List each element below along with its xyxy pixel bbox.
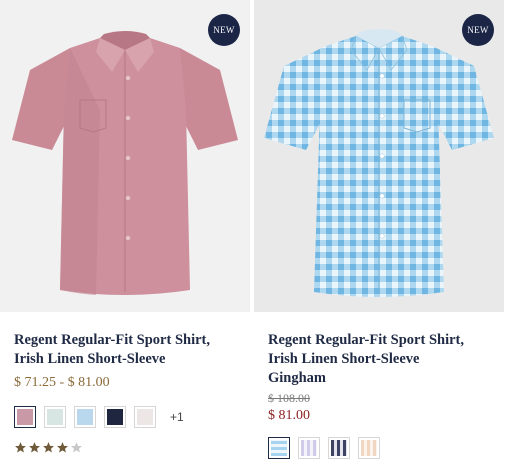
sale-price: $ 81.00	[268, 408, 310, 423]
swatch-navy[interactable]	[104, 406, 126, 428]
star-filled-icon	[43, 442, 54, 453]
swatch-navy-gingham[interactable]	[328, 437, 350, 459]
blue-gingham-shirt-image	[264, 29, 494, 297]
star-filled-icon	[15, 442, 26, 453]
product-card-1[interactable]: NEW Regent Regular-Fit Sport Shirt, Iris…	[0, 0, 250, 453]
title-line: Irish Linen Short-Sleeve	[268, 351, 420, 367]
product-card-2[interactable]: NEW Regent Regular-Fit Sport Shirt, Iris…	[254, 0, 504, 459]
swatch-mint[interactable]	[44, 406, 66, 428]
title-line: Regent Regular-Fit Sport Shirt,	[268, 332, 464, 348]
title-line: Irish Linen Short-Sleeve	[14, 351, 166, 367]
swatch-light-blue[interactable]	[74, 406, 96, 428]
more-swatches-link[interactable]: +1	[170, 410, 184, 424]
color-swatches: +1	[14, 406, 184, 428]
star-filled-icon	[57, 442, 68, 453]
color-swatches	[268, 437, 380, 459]
title-line: Gingham	[268, 370, 327, 386]
star-rating	[14, 441, 83, 454]
new-badge: NEW	[208, 14, 240, 46]
title-line: Regent Regular-Fit Sport Shirt,	[14, 332, 210, 348]
swatch-lavender-gingham[interactable]	[298, 437, 320, 459]
product-image-1[interactable]: NEW	[0, 0, 250, 312]
swatch-white[interactable]	[134, 406, 156, 428]
product-title-2[interactable]: Regent Regular-Fit Sport Shirt, Irish Li…	[268, 331, 498, 388]
new-badge: NEW	[462, 14, 494, 46]
swatch-peach-gingham[interactable]	[358, 437, 380, 459]
swatch-pink[interactable]	[14, 406, 36, 428]
price-range: $ 71.25 - $ 81.00	[14, 375, 110, 390]
product-title-1[interactable]: Regent Regular-Fit Sport Shirt, Irish Li…	[14, 331, 244, 369]
star-empty-icon	[71, 442, 82, 453]
pink-linen-shirt-image	[12, 31, 238, 295]
product-image-2[interactable]: NEW	[254, 0, 504, 312]
original-price: $ 108.00	[268, 391, 310, 405]
star-filled-icon	[29, 442, 40, 453]
swatch-blue-gingham[interactable]	[268, 437, 290, 459]
